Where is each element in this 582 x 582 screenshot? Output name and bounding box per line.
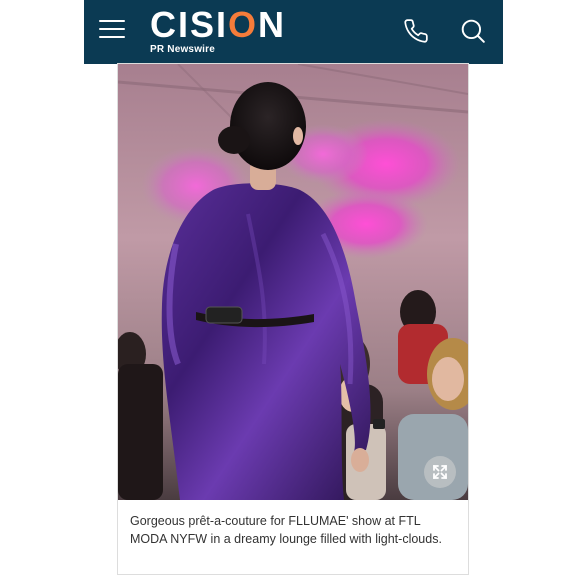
- runway-photo[interactable]: [118, 64, 468, 500]
- menu-bar: [99, 20, 125, 22]
- menu-bar: [99, 36, 125, 38]
- hamburger-menu-icon[interactable]: [99, 20, 125, 40]
- search-icon[interactable]: [460, 18, 486, 44]
- logo-wordmark: CISION: [150, 4, 287, 45]
- cision-logo[interactable]: CISION PR Newswire: [150, 4, 287, 58]
- menu-bar: [99, 28, 125, 30]
- site-header: CISION PR Newswire: [84, 0, 503, 64]
- phone-icon[interactable]: [403, 18, 429, 44]
- image-caption: Gorgeous prêt-a-couture for FLLUMAE' sho…: [130, 514, 442, 546]
- article-image-card: Gorgeous prêt-a-couture for FLLUMAE' sho…: [118, 64, 468, 574]
- logo-tagline: PR Newswire: [150, 44, 216, 55]
- expand-icon[interactable]: [424, 456, 456, 488]
